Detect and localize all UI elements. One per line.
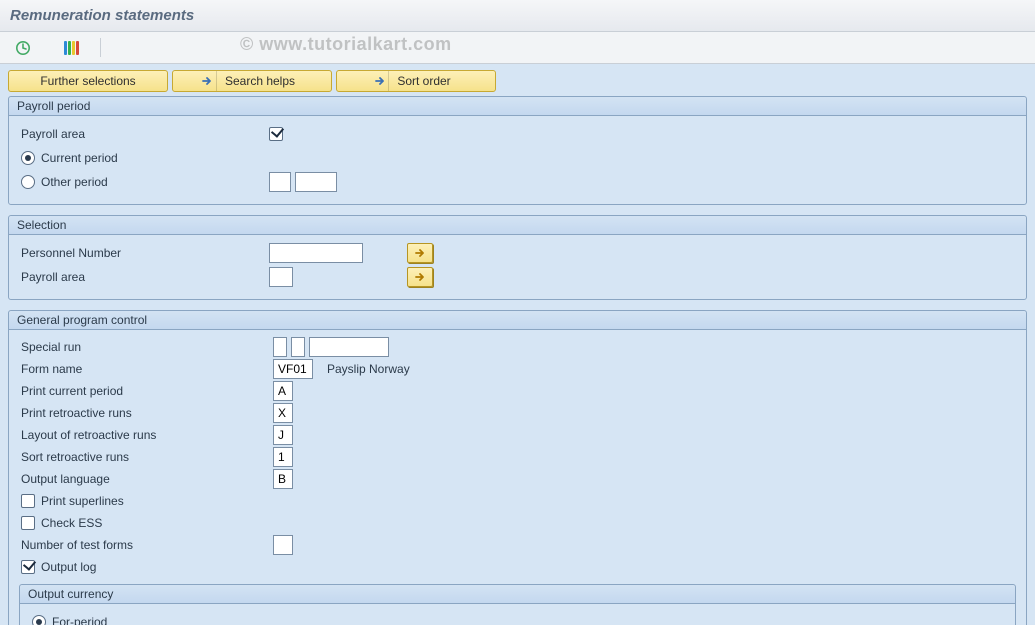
payroll-area-checkbox[interactable] [269, 127, 283, 141]
button-label: Search helps [225, 74, 295, 88]
special-run-input-1[interactable] [273, 337, 287, 357]
other-period-input-1[interactable] [269, 172, 291, 192]
print-retroactive-label: Print retroactive runs [19, 406, 273, 420]
group-title: General program control [9, 311, 1026, 330]
personnel-number-input[interactable] [269, 243, 363, 263]
arrow-right-icon [199, 71, 217, 91]
special-run-input-3[interactable] [309, 337, 389, 357]
content-area: Further selections Search helps Sort ord… [0, 64, 1035, 625]
for-period-radio-label[interactable]: For-period [32, 615, 107, 625]
search-helps-button[interactable]: Search helps [172, 70, 332, 92]
output-language-input[interactable] [273, 469, 293, 489]
radio-text: Current period [41, 151, 118, 165]
current-period-radio[interactable] [21, 151, 35, 165]
further-selections-button[interactable]: Further selections [8, 70, 168, 92]
page-title: Remuneration statements [10, 7, 194, 24]
arrow-right-icon [371, 71, 389, 91]
print-current-period-label: Print current period [19, 384, 273, 398]
print-retroactive-input[interactable] [273, 403, 293, 423]
execute-icon[interactable] [14, 39, 32, 57]
button-label: Further selections [40, 74, 135, 88]
checkbox-text: Print superlines [41, 494, 124, 508]
sort-retroactive-label: Sort retroactive runs [19, 450, 273, 464]
payroll-area-extend-button[interactable] [407, 267, 433, 287]
personnel-number-label: Personnel Number [19, 246, 269, 260]
title-bar: Remuneration statements [0, 0, 1035, 32]
group-title: Output currency [20, 585, 1015, 604]
check-ess-checkbox-label[interactable]: Check ESS [21, 516, 102, 530]
special-run-label: Special run [19, 340, 273, 354]
selection-group: Selection Personnel Number Payroll area [8, 215, 1027, 300]
form-name-label: Form name [19, 362, 273, 376]
output-currency-group: Output currency For-period [19, 584, 1016, 625]
output-log-checkbox[interactable] [21, 560, 35, 574]
payroll-area-input[interactable] [269, 267, 293, 287]
sort-order-button[interactable]: Sort order [336, 70, 496, 92]
payroll-period-group: Payroll period Payroll area Current peri… [8, 96, 1027, 205]
special-run-input-2[interactable] [291, 337, 305, 357]
layout-retroactive-input[interactable] [273, 425, 293, 445]
num-test-forms-label: Number of test forms [19, 538, 273, 552]
print-superlines-checkbox-label[interactable]: Print superlines [21, 494, 124, 508]
payroll-area-label-2: Payroll area [19, 270, 269, 284]
other-period-radio[interactable] [21, 175, 35, 189]
radio-text: Other period [41, 175, 108, 189]
checkbox-text: Check ESS [41, 516, 102, 530]
for-period-radio[interactable] [32, 615, 46, 625]
num-test-forms-input[interactable] [273, 535, 293, 555]
print-superlines-checkbox[interactable] [21, 494, 35, 508]
action-button-row: Further selections Search helps Sort ord… [8, 70, 1027, 92]
check-ess-checkbox[interactable] [21, 516, 35, 530]
button-label: Sort order [397, 74, 450, 88]
other-period-input-2[interactable] [295, 172, 337, 192]
current-period-radio-label[interactable]: Current period [21, 151, 118, 165]
layout-retroactive-label: Layout of retroactive runs [19, 428, 273, 442]
form-name-input[interactable] [273, 359, 313, 379]
settings-bars-icon[interactable] [62, 39, 80, 57]
print-current-period-input[interactable] [273, 381, 293, 401]
radio-text: For-period [52, 615, 107, 625]
payroll-area-label: Payroll area [19, 127, 269, 141]
personnel-number-extend-button[interactable] [407, 243, 433, 263]
group-title: Selection [9, 216, 1026, 235]
output-log-checkbox-label[interactable]: Output log [21, 560, 96, 574]
general-program-control-group: General program control Special run Form… [8, 310, 1027, 625]
icon-toolbar [0, 32, 1035, 64]
other-period-radio-label[interactable]: Other period [21, 175, 108, 189]
checkbox-text: Output log [41, 560, 96, 574]
toolbar-divider [100, 38, 101, 57]
sort-retroactive-input[interactable] [273, 447, 293, 467]
group-title: Payroll period [9, 97, 1026, 116]
form-name-text: Payslip Norway [327, 362, 410, 376]
output-language-label: Output language [19, 472, 273, 486]
